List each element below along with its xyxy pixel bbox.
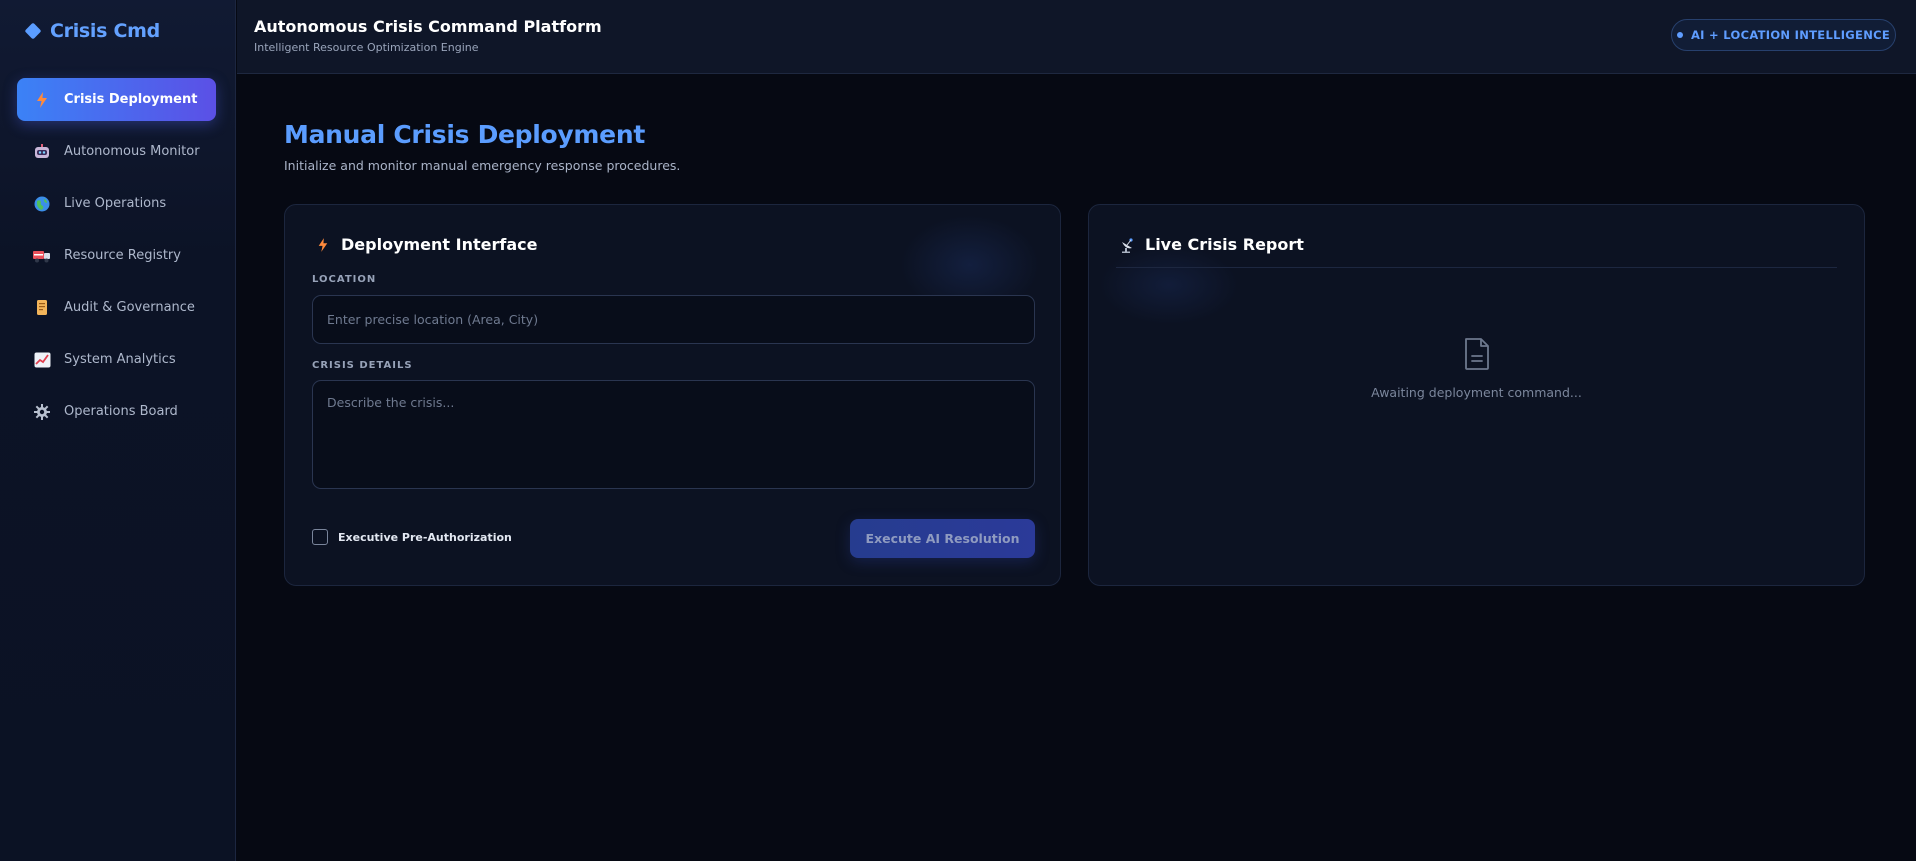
page-subtitle: Initialize and monitor manual emergency … <box>284 158 681 173</box>
logo-text: Crisis Cmd <box>50 20 160 42</box>
panel-glow <box>1099 245 1239 325</box>
sidebar-nav: Crisis Deployment Autonomous Monitor Liv… <box>17 78 216 442</box>
platform-title: Autonomous Crisis Command Platform <box>254 17 602 36</box>
sidebar-item-label: Crisis Deployment <box>64 92 198 107</box>
logo[interactable]: Crisis Cmd <box>24 18 160 44</box>
sidebar-item-label: Audit & Governance <box>64 300 195 315</box>
sidebar-item-autonomous-monitor[interactable]: Autonomous Monitor <box>17 130 216 173</box>
page-title: Manual Crisis Deployment <box>284 120 645 149</box>
execute-ai-resolution-button[interactable]: Execute AI Resolution <box>850 519 1035 558</box>
crisis-details-label: CRISIS DETAILS <box>312 360 413 371</box>
diamond-icon <box>24 22 42 40</box>
badge-label: AI + LOCATION INTELLIGENCE <box>1690 28 1891 42</box>
truck-icon <box>33 247 51 265</box>
pre-authorization-label: Executive Pre-Authorization <box>338 530 512 544</box>
sidebar-item-label: Autonomous Monitor <box>64 144 200 159</box>
app: Crisis Cmd Crisis Deployment Autonomous … <box>0 0 1916 861</box>
live-crisis-report-panel: Live Crisis Report Awaiting deployment c… <box>1088 204 1865 586</box>
lightning-icon <box>33 91 51 109</box>
sidebar-item-resource-registry[interactable]: Resource Registry <box>17 234 216 277</box>
deployment-panel-title: Deployment Interface <box>341 235 538 254</box>
globe-icon <box>33 195 51 213</box>
location-label: LOCATION <box>312 274 377 285</box>
deployment-interface-panel: Deployment Interface LOCATION CRISIS DET… <box>284 204 1061 586</box>
document-icon <box>1463 337 1491 371</box>
sidebar-item-system-analytics[interactable]: System Analytics <box>17 338 216 381</box>
report-panel-header: Live Crisis Report <box>1119 235 1304 254</box>
pre-authorization-row[interactable]: Executive Pre-Authorization <box>312 529 512 545</box>
sidebar-item-crisis-deployment[interactable]: Crisis Deployment <box>17 78 216 121</box>
location-input[interactable] <box>312 295 1035 344</box>
satellite-dish-icon <box>1119 237 1135 253</box>
platform-subtitle: Intelligent Resource Optimization Engine <box>254 41 479 54</box>
status-dot-icon <box>1676 32 1683 38</box>
report-divider <box>1116 267 1837 268</box>
gear-icon <box>33 403 51 421</box>
chart-icon <box>33 351 51 369</box>
sidebar-item-label: Live Operations <box>64 196 167 211</box>
sidebar-item-label: Resource Registry <box>64 248 181 263</box>
sidebar-item-audit-governance[interactable]: Audit & Governance <box>17 286 216 329</box>
robot-icon <box>33 143 51 161</box>
pre-authorization-checkbox[interactable] <box>312 529 328 545</box>
sidebar-item-operations-board[interactable]: Operations Board <box>17 390 216 433</box>
top-header: Autonomous Crisis Command Platform Intel… <box>237 0 1916 74</box>
sidebar-item-label: Operations Board <box>64 404 178 419</box>
lightning-icon <box>315 237 331 253</box>
awaiting-command-text: Awaiting deployment command... <box>1371 385 1582 400</box>
report-panel-title: Live Crisis Report <box>1145 235 1304 254</box>
scroll-icon <box>33 299 51 317</box>
sidebar: Crisis Cmd Crisis Deployment Autonomous … <box>0 0 236 861</box>
deployment-panel-header: Deployment Interface <box>315 235 537 254</box>
ai-location-badge: AI + LOCATION INTELLIGENCE <box>1671 19 1896 51</box>
crisis-details-textarea[interactable] <box>312 380 1035 489</box>
sidebar-item-live-operations[interactable]: Live Operations <box>17 182 216 225</box>
sidebar-item-label: System Analytics <box>64 352 176 367</box>
